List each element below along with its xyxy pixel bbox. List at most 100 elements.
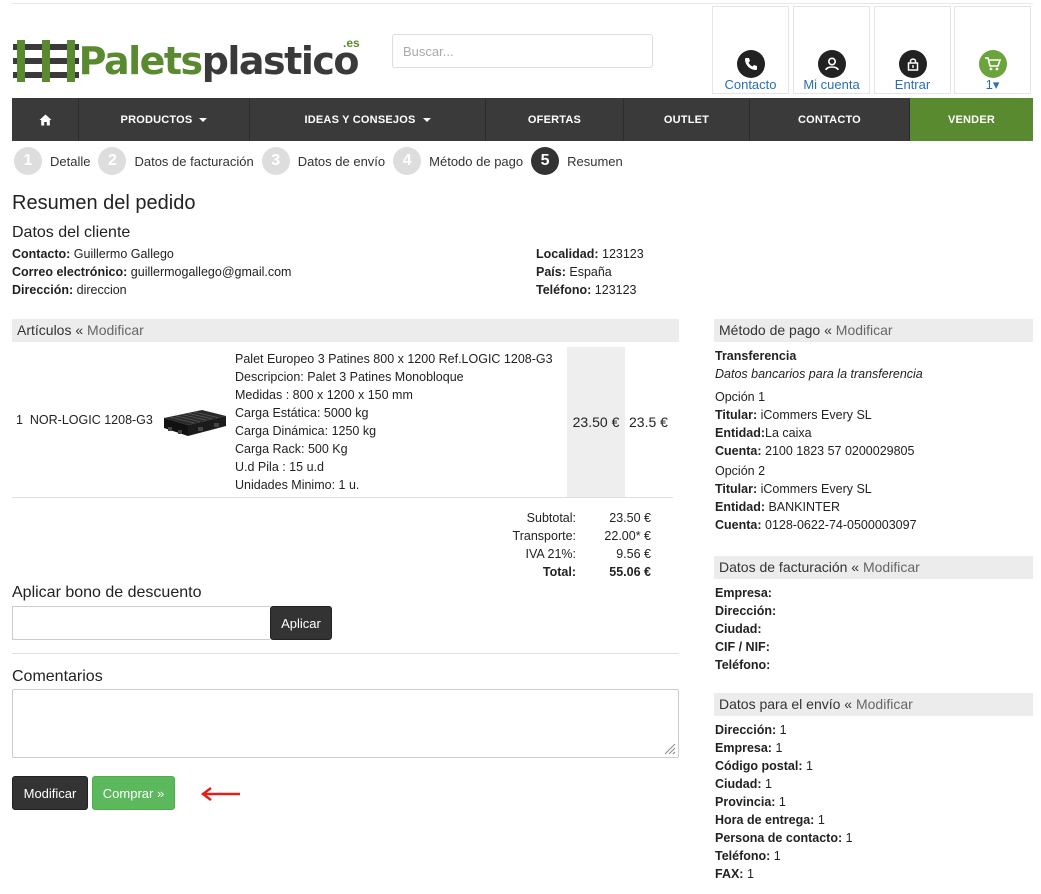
article-divider [12, 497, 673, 498]
client-country: País: España [536, 265, 612, 279]
client-phone: Teléfono: 123123 [536, 283, 637, 297]
pallet-product-image [164, 410, 226, 436]
client-title: Datos del cliente [12, 224, 131, 241]
vat-row: IVA 21%: 9.56 € [525, 547, 652, 561]
chevron-down-icon [422, 117, 431, 122]
client-left: Contacto: Guillermo Gallego Correo elect… [12, 245, 291, 299]
contact-box[interactable]: Contacto [712, 6, 789, 94]
shipping-postal-code: Código postal: 1 [715, 759, 813, 773]
client-address: Dirección: direccion [12, 283, 127, 297]
billing-city: Ciudad: [715, 622, 762, 636]
nav-home[interactable] [12, 98, 79, 141]
article-total-price: 23.5 € [629, 414, 668, 430]
payment-method: Transferencia [715, 349, 797, 363]
nav-vender[interactable]: VENDER [910, 98, 1033, 141]
account-box[interactable]: Mi cuenta [793, 6, 870, 94]
pallet-logo-icon [13, 40, 79, 82]
comments-textarea[interactable] [12, 689, 679, 758]
client-locality: Localidad: 123123 [536, 247, 644, 261]
step-envio[interactable]: 3 Datos de envío [261, 147, 385, 175]
top-divider [12, 3, 1033, 4]
step-pago[interactable]: 4 Método de pago [393, 147, 523, 175]
option-2-account: Cuenta: 0128-0622-74-0500003097 [715, 518, 917, 532]
option-1-bank: Entidad:La caixa [715, 426, 812, 440]
logo-tld: .es [343, 36, 360, 50]
contact-label: Contacto [724, 77, 777, 92]
chevron-down-icon [199, 117, 208, 122]
client-email: Correo electrónico: guillermogallego@gma… [12, 265, 292, 279]
login-label: Entrar [894, 77, 931, 92]
articles-modify-link[interactable]: Modificar [87, 322, 144, 338]
comments-label: Comentarios [12, 668, 103, 685]
article-description: Palet Europeo 3 Patines 800 x 1200 Ref.L… [235, 352, 553, 492]
shipping-delivery-time: Hora de entrega: 1 [715, 813, 825, 827]
billing-address: Dirección: [715, 604, 777, 618]
apply-coupon-button[interactable]: Aplicar [270, 606, 332, 640]
login-box[interactable]: Entrar [874, 6, 951, 94]
nav-outlet[interactable]: OUTLET [624, 98, 750, 141]
option-2-holder: Titular: iCommers Every SL [715, 482, 872, 496]
step-resumen: 5 Resumen [531, 147, 623, 175]
payment-header: Método de pago « Modificar [714, 319, 1033, 342]
option-1-holder: Titular: iCommers Every SL [715, 408, 872, 422]
option-1-account: Cuenta: 2100 1823 57 0200029805 [715, 444, 915, 458]
search-input[interactable] [392, 34, 653, 68]
step-detalle[interactable]: 1 Detalle [14, 147, 90, 175]
shipping-address: Dirección: 1 [715, 723, 787, 737]
coupon-label: Aplicar bono de descuento [12, 584, 202, 601]
shipping-contact-person: Persona de contacto: 1 [715, 831, 853, 845]
shipping-phone: Teléfono: 1 [715, 849, 781, 863]
shipping-row: Transporte: 22.00* € [512, 529, 651, 543]
payment-modify-link[interactable]: Modificar [836, 322, 893, 338]
total-row: Total: 55.06 € [542, 565, 651, 579]
site-logo[interactable]: Paletsplastico .es [13, 36, 360, 84]
home-icon [39, 114, 51, 125]
cart-icon [979, 50, 1007, 78]
coupon-input[interactable] [12, 606, 270, 640]
billing-company: Empresa: [715, 586, 772, 600]
step-facturacion[interactable]: 2 Datos de facturación [98, 147, 254, 175]
checkout-steps: 1 Detalle 2 Datos de facturación 3 Datos de… [14, 146, 631, 176]
subtotal-row: Subtotal: 23.50 € [526, 511, 651, 525]
article-unit-price: 23.50 € [567, 347, 625, 497]
nav-productos[interactable]: PRODUCTOS [79, 98, 250, 141]
shipping-modify-link[interactable]: Modificar [856, 696, 913, 712]
billing-modify-link[interactable]: Modificar [863, 559, 920, 575]
billing-phone: Teléfono: [715, 658, 771, 672]
shipping-city: Ciudad: 1 [715, 777, 772, 791]
billing-details: Empresa: Dirección: Ciudad: CIF / NIF: T… [715, 584, 776, 674]
option-2-title: Opción 2 [715, 464, 766, 478]
nav-ofertas[interactable]: OFERTAS [486, 98, 624, 141]
option-1-title: Opción 1 [715, 390, 766, 404]
payment-details: Transferencia Datos bancarios para la tr… [715, 347, 923, 534]
client-contact: Contacto: Guillermo Gallego [12, 247, 174, 261]
shipping-province: Provincia: 1 [715, 795, 786, 809]
lock-icon [899, 50, 927, 78]
shipping-details: Dirección: 1 Empresa: 1 Código postal: 1… [715, 721, 853, 883]
user-icon [818, 50, 846, 78]
order-totals: Subtotal: 23.50 € Transporte: 22.00* € IVA… [500, 509, 651, 581]
modify-button[interactable]: Modificar [12, 776, 88, 810]
option-2-bank: Entidad: BANKINTER [715, 500, 841, 514]
nav-ideas[interactable]: IDEAS Y CONSEJOS [250, 98, 486, 141]
shipping-company: Empresa: 1 [715, 741, 783, 755]
nav-contacto[interactable]: CONTACTO [750, 98, 910, 141]
articles-header: Artículos « Modificar [12, 319, 679, 342]
buy-button[interactable]: Comprar » [92, 776, 175, 810]
article-qty-ref: 1 NOR-LOGIC 1208-G3 [16, 413, 153, 427]
coupon-divider [12, 653, 679, 654]
shipping-header: Datos para el envío « Modificar [714, 693, 1033, 716]
shipping-fax: FAX: 1 [715, 867, 754, 881]
account-label: Mi cuenta [803, 77, 860, 92]
resize-grip-icon[interactable] [662, 741, 676, 755]
page-title: Resumen del pedido [12, 192, 196, 214]
logo-wordmark: Paletsplastico [78, 39, 360, 83]
billing-header: Datos de facturación « Modificar [714, 556, 1033, 579]
client-right: Localidad: 123123 País: España Teléfono:… [536, 245, 644, 299]
payment-note: Datos bancarios para la transferencia [715, 367, 923, 381]
red-arrow-annotation-icon [200, 787, 240, 801]
cart-box[interactable]: 1▾ [954, 6, 1031, 94]
billing-tax-id: CIF / NIF: [715, 640, 770, 654]
cart-count: 1▾ [985, 77, 1000, 92]
phone-icon [737, 50, 765, 78]
